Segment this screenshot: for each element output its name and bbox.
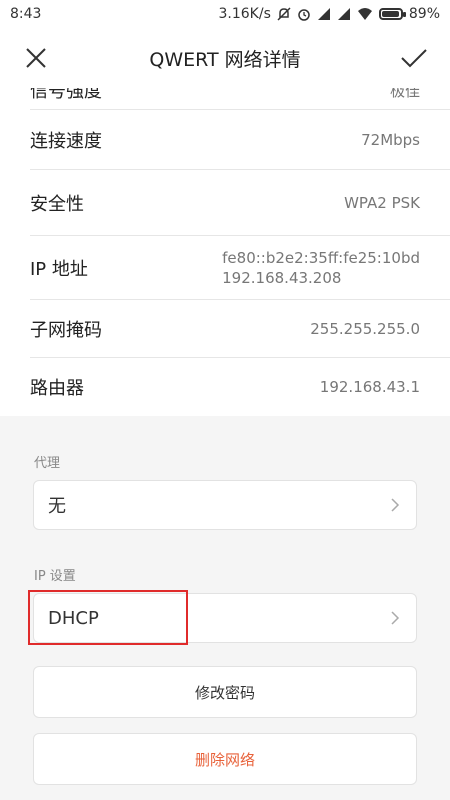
proxy-value: 无 <box>48 496 66 517</box>
signal-icon <box>337 7 351 21</box>
alarm-icon <box>297 7 311 21</box>
signal-icon <box>317 7 331 21</box>
detail-value: 极佳 <box>389 88 420 100</box>
ip-settings-value: DHCP <box>48 607 99 629</box>
battery-percent: 89% <box>408 6 440 22</box>
detail-row-subnet: 子网掩码 255.255.255.0 <box>0 300 450 358</box>
detail-value: 72Mbps <box>361 131 420 149</box>
title-bar: QWERT 网络详情 <box>0 28 450 88</box>
detail-row-security: 安全性 WPA2 PSK <box>0 170 450 236</box>
detail-label: 信号强度 <box>30 88 102 102</box>
detail-row-speed: 连接速度 72Mbps <box>0 110 450 170</box>
close-button[interactable] <box>18 40 54 76</box>
check-icon <box>401 49 427 68</box>
detail-label: 连接速度 <box>30 131 102 152</box>
page-title: QWERT 网络详情 <box>149 48 301 71</box>
ip-settings-select[interactable]: DHCP <box>33 593 417 643</box>
wifi-icon <box>357 7 373 21</box>
chevron-right-icon <box>391 498 400 512</box>
status-time: 8:43 <box>10 6 42 22</box>
network-speed: 3.16K/s <box>218 6 271 22</box>
battery-icon <box>378 8 406 20</box>
detail-label: 子网掩码 <box>30 320 102 341</box>
status-icons: 3.16K/s 89% <box>219 6 441 22</box>
modify-password-button[interactable]: 修改密码 <box>33 666 417 718</box>
ip-settings-label: IP 设置 <box>34 569 76 584</box>
delete-network-button[interactable]: 删除网络 <box>33 733 417 785</box>
network-details-list[interactable]: 信号强度 极佳 连接速度 72Mbps 安全性 WPA2 PSK IP 地址 f… <box>0 88 450 416</box>
detail-label: 路由器 <box>30 378 84 399</box>
detail-value: WPA2 PSK <box>344 194 420 212</box>
proxy-label: 代理 <box>34 456 61 471</box>
detail-value: 192.168.43.1 <box>319 378 420 396</box>
close-icon <box>26 48 46 68</box>
detail-value: 255.255.255.0 <box>310 320 420 338</box>
detail-label: 安全性 <box>30 194 84 215</box>
detail-row-ip: IP 地址 fe80::b2e2:35ff:fe25:10bd 192.168.… <box>0 236 450 300</box>
detail-value: fe80::b2e2:35ff:fe25:10bd 192.168.43.208 <box>222 248 420 288</box>
detail-row-router: 路由器 192.168.43.1 <box>0 358 450 416</box>
detail-label: IP 地址 <box>30 259 88 280</box>
ipv6-address: fe80::b2e2:35ff:fe25:10bd <box>222 249 420 267</box>
status-bar: 8:43 3.16K/s 89% <box>0 0 450 28</box>
ipv4-address: 192.168.43.208 <box>222 269 342 287</box>
proxy-select[interactable]: 无 <box>33 480 417 530</box>
chevron-right-icon <box>391 611 400 625</box>
detail-row-signal: 信号强度 极佳 <box>0 88 450 110</box>
confirm-button[interactable] <box>396 40 432 76</box>
mute-icon <box>277 7 291 21</box>
